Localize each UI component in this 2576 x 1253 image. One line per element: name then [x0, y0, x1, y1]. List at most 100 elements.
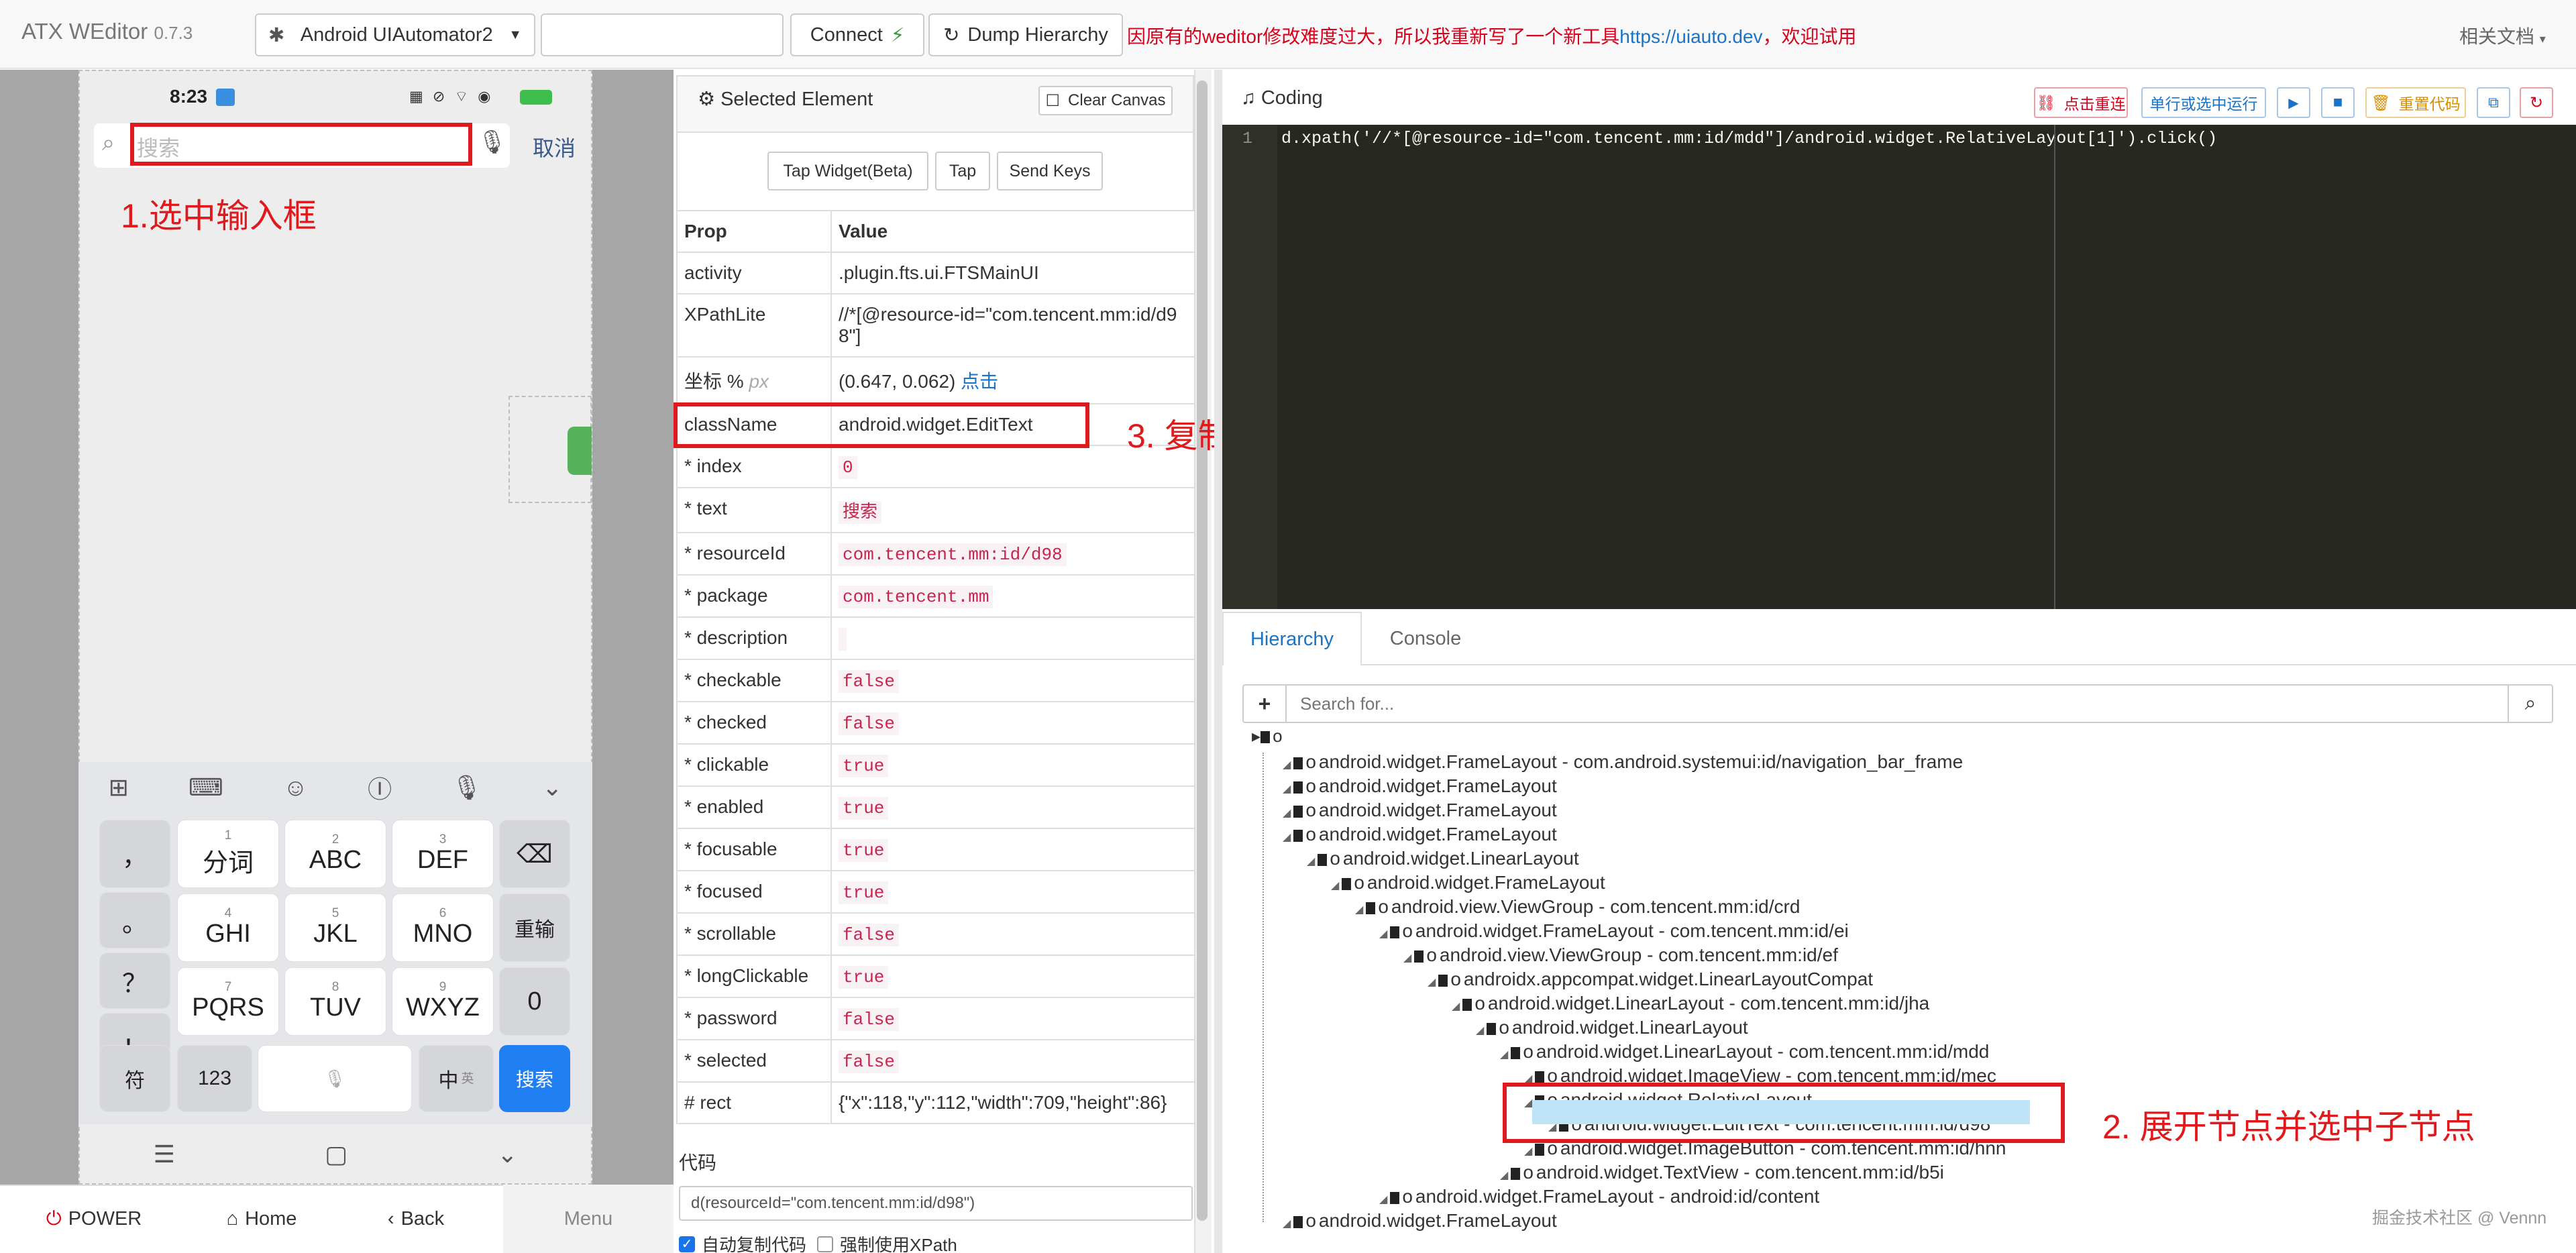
tree-toggle-icon[interactable]: ◢ — [1379, 1194, 1387, 1205]
emoji-icon[interactable]: ☺ — [283, 773, 308, 802]
tree-toggle-icon[interactable]: ◢ — [1283, 759, 1291, 771]
tree-node-label[interactable]: android.widget.FrameLayout - com.tencent… — [1415, 920, 1849, 941]
tree-node[interactable]: ◢ o android.widget.FrameLayout - com.tence… — [1379, 920, 1849, 942]
tree-toggle-icon[interactable]: ◢ — [1307, 856, 1315, 867]
tab-hierarchy[interactable]: Hierarchy — [1222, 612, 1362, 665]
tree-toggle-icon[interactable]: ◢ — [1403, 952, 1411, 964]
tab-console[interactable]: Console — [1362, 612, 1489, 665]
tree-node[interactable]: ◢ o android.widget.LinearLayout - com.tenc… — [1500, 1041, 1989, 1063]
platform-select[interactable]: ✱ Android UIAutomator2 ▼ — [255, 13, 535, 56]
tree-node[interactable]: ◢ o android.widget.LinearLayout — [1307, 848, 1579, 869]
stop-icon[interactable]: ■ — [2321, 87, 2355, 118]
coord-click-link[interactable]: 点击 — [961, 371, 998, 392]
tree-toggle-icon[interactable]: ◢ — [1283, 1218, 1291, 1230]
cursor-icon[interactable]: Ⓘ — [368, 770, 392, 805]
send-keys-button[interactable]: Send Keys — [997, 152, 1103, 190]
square-icon[interactable]: ▢ — [325, 1140, 347, 1168]
tree-node[interactable]: ◢ o android.widget.LinearLayout - com.tenc… — [1452, 993, 1929, 1014]
tree-node-label[interactable]: android.widget.LinearLayout — [1343, 848, 1579, 869]
tree-root[interactable]: ▸ o — [1252, 726, 1283, 747]
tree-node[interactable]: ◢ o android.widget.FrameLayout — [1283, 1210, 1557, 1232]
key-abc[interactable]: 2 ABC — [284, 820, 386, 888]
uiauto-link[interactable]: https://uiauto.dev — [1619, 26, 1762, 47]
voice-icon[interactable]: 🎙 — [451, 773, 482, 802]
tree-node-label[interactable]: android.widget.FrameLayout - android:id/… — [1415, 1186, 1819, 1207]
tree-toggle-icon[interactable]: ◢ — [1524, 1146, 1532, 1157]
auto-copy-checkbox[interactable]: ✓ — [679, 1236, 695, 1252]
key-jkl[interactable]: 5 JKL — [284, 893, 386, 962]
dump-hierarchy-button[interactable]: ↻ Dump Hierarchy — [928, 13, 1123, 56]
tree-node-label[interactable]: android.widget.LinearLayout — [1512, 1017, 1748, 1038]
restart-icon[interactable]: ↻ — [2520, 87, 2553, 118]
tree-node[interactable]: ◢ o android.widget.LinearLayout — [1476, 1017, 1748, 1038]
space-key[interactable]: 🎙 — [258, 1045, 412, 1112]
keyboard-icon[interactable]: ⌨ — [189, 773, 223, 802]
menu-button[interactable]: Menu — [503, 1185, 674, 1253]
key-def[interactable]: 3 DEF — [392, 820, 494, 888]
tree-node-label[interactable]: android.widget.TextView - com.tencent.mm… — [1536, 1162, 1944, 1183]
selected-input-highlight[interactable] — [130, 123, 472, 166]
run-selected-button[interactable]: 单行或选中运行 — [2141, 87, 2266, 118]
hierarchy-search-input[interactable] — [1287, 686, 2508, 722]
connect-button[interactable]: Connect ⚡ — [790, 13, 924, 56]
copy-icon[interactable]: ⧉ — [2477, 87, 2510, 118]
search-icon[interactable]: ⌕ — [2508, 686, 2552, 722]
tree-node-label[interactable]: android.view.ViewGroup - com.tencent.mm:… — [1391, 896, 1801, 917]
key-period[interactable]: 。 — [99, 892, 170, 948]
expand-all-icon[interactable]: + — [1244, 686, 1287, 722]
grid-icon[interactable]: ⊞ — [109, 773, 129, 802]
key-wxyz[interactable]: 9 WXYZ — [392, 967, 494, 1036]
splitter[interactable] — [1214, 70, 1222, 1253]
tree-node-label[interactable]: android.widget.LinearLayout - com.tencen… — [1536, 1041, 1989, 1062]
tree-node-label[interactable]: android.widget.LinearLayout - com.tencen… — [1488, 993, 1929, 1014]
key-123[interactable]: 123 — [177, 1045, 252, 1112]
key-tuv[interactable]: 8 TUV — [284, 967, 386, 1036]
device-cancel-button[interactable]: 取消 — [533, 131, 576, 162]
tree-toggle-icon[interactable]: ◢ — [1379, 928, 1387, 940]
tree-toggle-icon[interactable]: ◢ — [1428, 977, 1436, 988]
tree-toggle-icon[interactable]: ◢ — [1452, 1001, 1460, 1012]
floating-ball-icon[interactable] — [568, 427, 592, 475]
key-pqrs[interactable]: 7 PQRS — [177, 967, 279, 1036]
key-fenci[interactable]: 1 分词 — [177, 820, 279, 888]
tree-node-label[interactable]: android.widget.FrameLayout — [1319, 824, 1557, 845]
tree-node[interactable]: ◢ o android.widget.FrameLayout — [1283, 800, 1557, 821]
tree-node-label[interactable]: android.widget.FrameLayout — [1319, 800, 1557, 820]
key-zero[interactable]: 0 — [499, 967, 570, 1036]
key-search[interactable]: 搜索 — [499, 1045, 570, 1112]
reset-code-button[interactable]: 🗑 重置代码 — [2365, 87, 2466, 118]
key-chinese[interactable]: 中英 — [419, 1045, 494, 1112]
tree-toggle-icon[interactable]: ◢ — [1500, 1170, 1508, 1181]
tap-widget-button[interactable]: Tap Widget(Beta) — [767, 152, 928, 190]
tree-node-label[interactable]: android.widget.FrameLayout — [1367, 872, 1605, 893]
docs-dropdown[interactable]: 相关文档 ▾ — [2459, 22, 2546, 49]
tree-node-label[interactable]: android.widget.FrameLayout — [1319, 775, 1557, 796]
key-ghi[interactable]: 4 GHI — [177, 893, 279, 962]
menu-lines-icon[interactable]: ☰ — [154, 1140, 175, 1168]
device-serial-input[interactable] — [541, 13, 784, 56]
tree-node[interactable]: ◢ o android.widget.FrameLayout - android:i… — [1379, 1186, 1819, 1207]
tree-node[interactable]: ◢ o android.view.ViewGroup - com.tencent.m… — [1403, 944, 1838, 966]
power-button[interactable]: ⏻ POWER — [20, 1185, 168, 1253]
clear-canvas-button[interactable]: ☐ Clear Canvas — [1038, 86, 1173, 115]
tree-node[interactable]: ◢ o android.widget.FrameLayout - com.andro… — [1283, 751, 1963, 773]
tree-node-label[interactable]: android.widget.FrameLayout - com.android… — [1319, 751, 1963, 772]
tree-node-label[interactable]: androidx.appcompat.widget.LinearLayoutCo… — [1464, 969, 1873, 989]
back-button[interactable]: ‹ Back — [342, 1185, 490, 1253]
tree-toggle-icon[interactable]: ◢ — [1476, 1025, 1484, 1036]
tree-toggle-icon[interactable]: ◢ — [1355, 904, 1363, 916]
backspace-key[interactable]: ⌫ — [499, 820, 570, 888]
tree-toggle-icon[interactable]: ◢ — [1331, 880, 1339, 891]
code-editor[interactable] — [1222, 125, 2576, 609]
home-button[interactable]: ⌂ Home — [188, 1185, 335, 1253]
nav-back-chevron-icon[interactable]: ⌄ — [497, 1140, 517, 1168]
tree-node[interactable]: ◢ o android.widget.FrameLayout — [1283, 824, 1557, 845]
tree-node-label[interactable]: android.widget.FrameLayout — [1319, 1210, 1557, 1231]
tree-toggle-icon[interactable]: ◢ — [1500, 1049, 1508, 1060]
tree-toggle-icon[interactable]: ◢ — [1283, 783, 1291, 795]
key-question[interactable]: ？ — [99, 952, 170, 1009]
tree-node[interactable]: ◢ o android.view.ViewGroup - com.tencent.m… — [1355, 896, 1800, 918]
key-comma[interactable]: ， — [99, 820, 170, 888]
device-search-input[interactable]: 搜索 — [137, 131, 180, 162]
tree-node[interactable]: ◢ o android.widget.FrameLayout — [1283, 775, 1557, 797]
